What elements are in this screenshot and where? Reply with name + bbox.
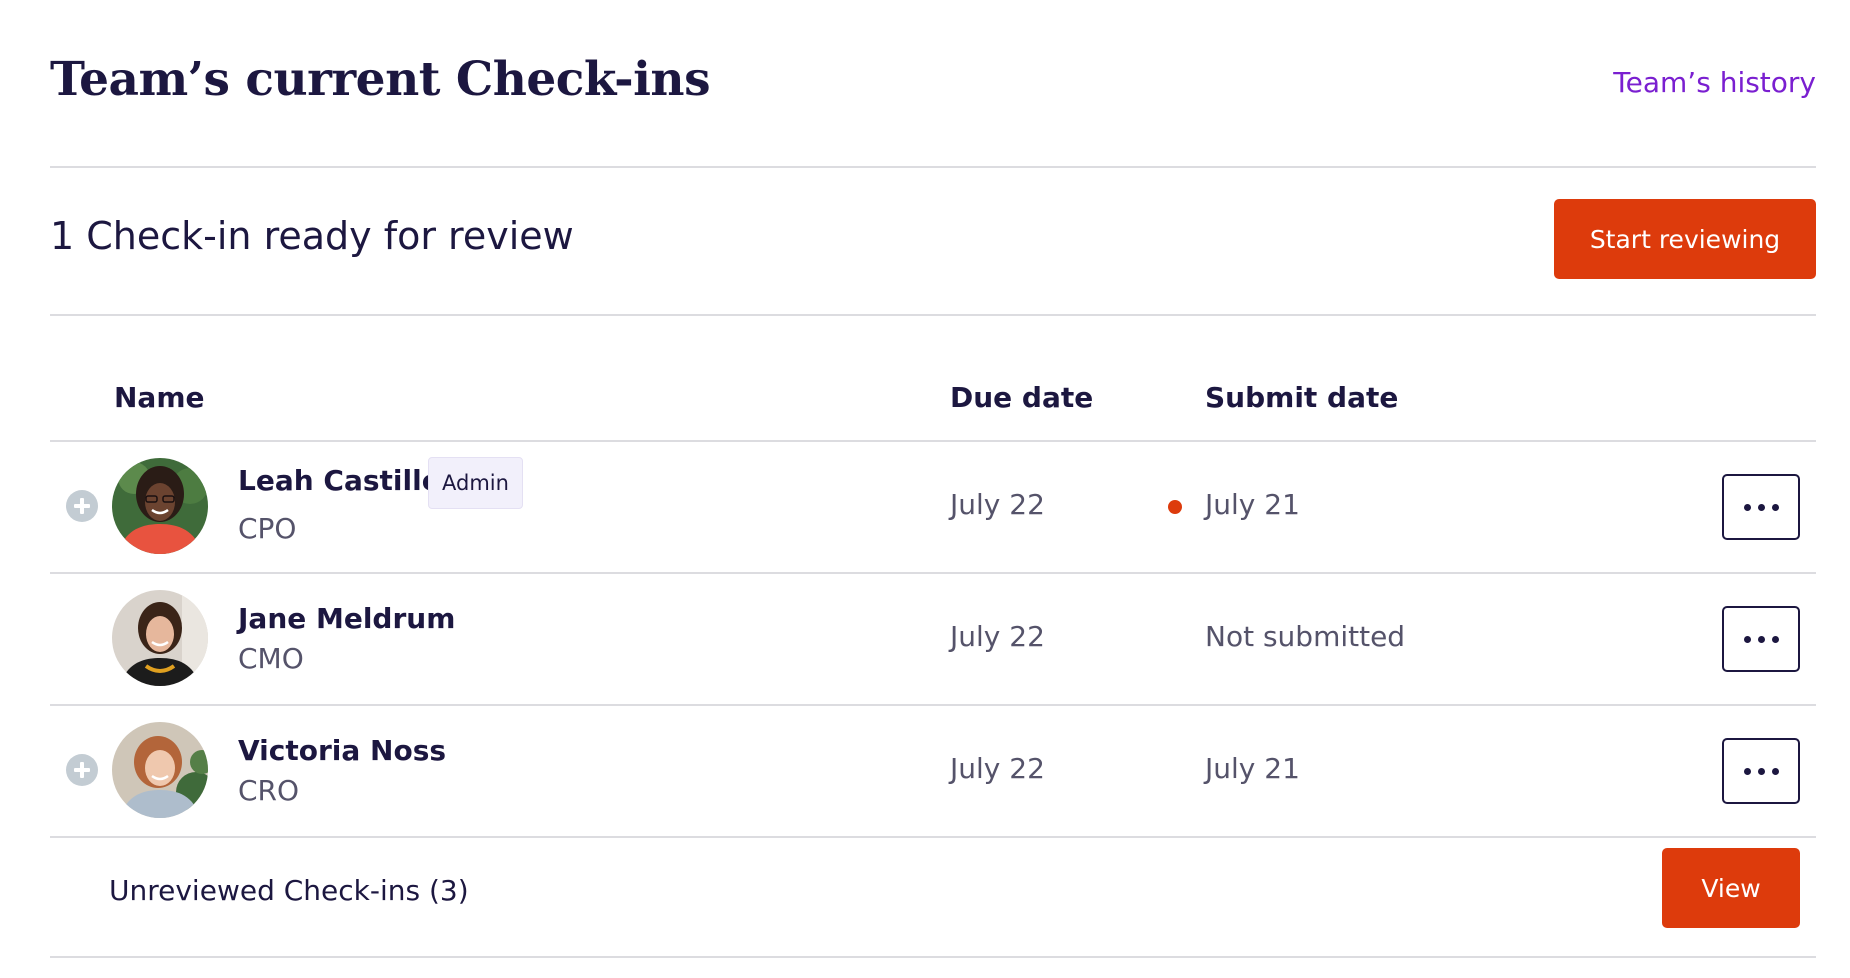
person-role: CMO: [238, 642, 304, 675]
column-header-due-date: Due date: [950, 381, 1094, 414]
more-options-button[interactable]: [1722, 738, 1800, 804]
table-row: Leah Castillo Admin CPO July 22 July 21: [50, 442, 1816, 572]
avatar-photo: [112, 722, 208, 818]
avatar: [112, 722, 208, 818]
more-options-button[interactable]: [1722, 474, 1800, 540]
plus-circle-icon[interactable]: [66, 754, 98, 786]
row-divider: [50, 836, 1816, 838]
submit-date: July 21: [1205, 488, 1300, 521]
ready-for-review-text: 1 Check-in ready for review: [50, 214, 574, 258]
start-reviewing-button[interactable]: Start reviewing: [1554, 199, 1816, 279]
person-role: CRO: [238, 774, 300, 807]
review-divider: [50, 314, 1816, 316]
more-horizontal-icon: [1743, 767, 1751, 775]
unreviewed-checkins-label: Unreviewed Check-ins (3): [109, 874, 469, 907]
column-header-name: Name: [114, 381, 205, 414]
footer-divider: [50, 956, 1816, 958]
avatar: [112, 458, 208, 554]
person-role: CPO: [238, 512, 297, 545]
team-history-link[interactable]: Team’s history: [1613, 66, 1816, 99]
status-dot-icon: [1168, 500, 1182, 514]
person-name[interactable]: Jane Meldrum: [238, 602, 455, 635]
more-horizontal-icon: [1743, 635, 1751, 643]
submit-date: July 21: [1205, 752, 1300, 785]
submit-date: Not submitted: [1205, 620, 1406, 653]
column-header-submit-date: Submit date: [1205, 381, 1399, 414]
table-row: Victoria Noss CRO July 22 July 21: [50, 706, 1816, 836]
view-button[interactable]: View: [1662, 848, 1800, 928]
avatar-photo: [112, 590, 208, 686]
admin-badge: Admin: [428, 457, 523, 509]
due-date: July 22: [950, 752, 1045, 785]
table-row: Jane Meldrum CMO July 22 Not submitted: [50, 574, 1816, 704]
avatar-photo: [112, 458, 208, 554]
more-horizontal-icon: [1743, 503, 1751, 511]
due-date: July 22: [950, 488, 1045, 521]
page-title: Team’s current Check-ins: [50, 52, 711, 107]
due-date: July 22: [950, 620, 1045, 653]
avatar: [112, 590, 208, 686]
person-name[interactable]: Victoria Noss: [238, 734, 446, 767]
header-divider: [50, 166, 1816, 168]
team-checkins-page: Team’s current Check-ins Team’s history …: [50, 0, 1816, 978]
more-options-button[interactable]: [1722, 606, 1800, 672]
person-name[interactable]: Leah Castillo: [238, 464, 441, 497]
plus-circle-icon[interactable]: [66, 490, 98, 522]
